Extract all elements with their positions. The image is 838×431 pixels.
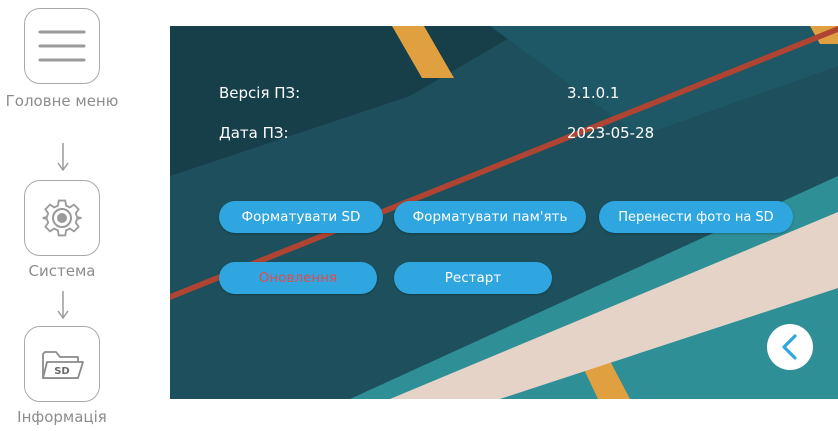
system-label: Система — [28, 262, 96, 280]
firmware-version-value: 3.1.0.1 — [567, 84, 620, 102]
chevron-left-icon — [782, 334, 797, 360]
information-tile: SD — [24, 326, 100, 402]
move-photos-to-sd-button[interactable]: Перенести фото на SD — [599, 201, 793, 233]
firmware-version-label: Версія ПЗ: — [219, 84, 301, 102]
system-tile — [24, 180, 100, 256]
format-sd-button[interactable]: Форматувати SD — [219, 201, 383, 233]
down-arrow-icon — [57, 143, 69, 172]
firmware-date-label: Дата ПЗ: — [219, 124, 289, 142]
menu-icon — [38, 30, 85, 61]
restart-button[interactable]: Рестарт — [394, 262, 552, 294]
main-menu-tile — [24, 8, 100, 84]
gear-icon — [41, 199, 82, 236]
back-button[interactable] — [767, 324, 813, 370]
update-button[interactable]: Оновлення — [219, 262, 377, 294]
format-memory-button[interactable]: Форматувати пам'ять — [394, 201, 586, 233]
firmware-date-value: 2023-05-28 — [567, 124, 655, 142]
down-arrow-icon — [57, 291, 69, 320]
sd-folder-icon: SD — [41, 350, 84, 379]
main-menu-label: Головне меню — [5, 92, 119, 110]
device-screen: Версія ПЗ: 3.1.0.1 Дата ПЗ: 2023-05-28 Ф… — [170, 26, 838, 399]
sd-icon-text: SD — [54, 366, 70, 377]
